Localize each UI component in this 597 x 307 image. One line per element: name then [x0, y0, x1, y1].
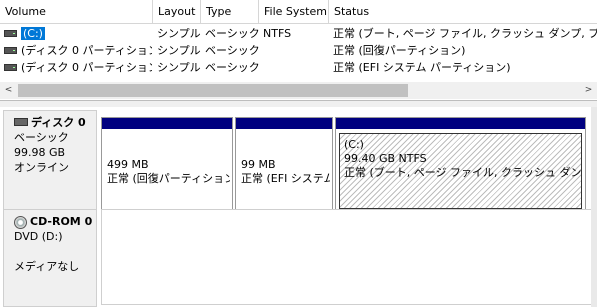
- pane-splitter[interactable]: [0, 100, 597, 107]
- volume-row-c[interactable]: (C:) シンプル ベーシック NTFS 正常 (ブート, ページ ファイル, …: [0, 25, 597, 42]
- volume-status: 正常 (回復パーティション): [333, 44, 466, 57]
- partition-header-bar: [336, 118, 585, 129]
- partition-status: 正常 (ブート, ページ ファイル, クラッシュ ダンプ, プライマリ: [344, 166, 581, 179]
- graphical-disk-view: ディスク 0 ベーシック 99.98 GB オンライン 499 MB 正常 (回…: [0, 107, 597, 307]
- volume-name: (ディスク 0 パーティション 1): [21, 44, 152, 57]
- volume-layout: シンプル: [157, 27, 201, 40]
- disk-icon: [14, 118, 28, 126]
- volume-file-system: [263, 59, 329, 76]
- volume-status: 正常 (EFI システム パーティション): [333, 61, 511, 74]
- volume-list: Volume Layout Type File System Status (C…: [0, 0, 597, 100]
- volume-type: ベーシック: [205, 61, 259, 74]
- scroll-right-arrow-icon[interactable]: >: [580, 82, 597, 99]
- partition-size: 99 MB: [241, 158, 276, 171]
- disk-0-panel[interactable]: ディスク 0 ベーシック 99.98 GB オンライン: [3, 110, 97, 213]
- volume-row-partition-1[interactable]: (ディスク 0 パーティション 1) シンプル ベーシック 正常 (回復パーティ…: [0, 42, 597, 59]
- column-header-type[interactable]: Type: [201, 0, 259, 23]
- volume-type: ベーシック: [205, 27, 259, 40]
- column-header-file-system[interactable]: File System: [259, 0, 329, 23]
- partition-status: 正常 (EFI システム パーティション): [241, 172, 330, 185]
- partition-header-bar: [236, 118, 332, 129]
- volume-name: (C:): [21, 27, 45, 40]
- volume-status: 正常 (ブート, ページ ファイル, クラッシュ ダンプ, プライマリ: [333, 27, 597, 40]
- cdrom-media-area: [101, 209, 597, 305]
- volume-type: ベーシック: [205, 44, 259, 57]
- disk-type: ベーシック: [14, 131, 69, 144]
- partition-label: (C:): [344, 138, 364, 151]
- partition-size: 99.40 GB NTFS: [344, 152, 427, 165]
- selected-partition-hatch: (C:) 99.40 GB NTFS 正常 (ブート, ページ ファイル, クラ…: [339, 133, 582, 209]
- partition-header-bar: [102, 118, 232, 129]
- scroll-left-arrow-icon[interactable]: <: [0, 82, 17, 99]
- volume-layout: シンプル: [157, 44, 201, 57]
- volume-file-system: NTFS: [263, 27, 292, 40]
- column-header-status[interactable]: Status: [329, 0, 597, 23]
- partition-recovery[interactable]: 499 MB 正常 (回復パーティション): [101, 117, 233, 213]
- volume-name: (ディスク 0 パーティション 2): [21, 61, 152, 74]
- partition-efi[interactable]: 99 MB 正常 (EFI システム パーティション): [235, 117, 333, 213]
- disk-state: オンライン: [14, 161, 69, 174]
- cdrom-title: CD-ROM 0: [30, 215, 93, 228]
- volume-list-header: Volume Layout Type File System Status: [0, 0, 597, 24]
- volume-row-partition-2[interactable]: (ディスク 0 パーティション 2) シンプル ベーシック 正常 (EFI シス…: [0, 59, 597, 76]
- cdrom-type: DVD (D:): [14, 230, 63, 243]
- volume-icon: [4, 63, 17, 71]
- disk-size: 99.98 GB: [14, 146, 66, 159]
- volume-file-system: [263, 42, 329, 59]
- cdrom-0-panel[interactable]: CD-ROM 0 DVD (D:) メディアなし: [3, 209, 97, 307]
- horizontal-scrollbar[interactable]: < >: [0, 82, 597, 99]
- partition-status: 正常 (回復パーティション): [107, 172, 230, 185]
- cd-rom-icon: [14, 215, 27, 229]
- partition-size: 499 MB: [107, 158, 149, 171]
- volume-icon: [4, 29, 17, 37]
- partition-c[interactable]: (C:) 99.40 GB NTFS 正常 (ブート, ページ ファイル, クラ…: [335, 117, 586, 213]
- vertical-scrollbar[interactable]: [591, 107, 597, 307]
- volume-icon: [4, 46, 17, 54]
- scrollbar-thumb[interactable]: [18, 84, 408, 97]
- column-header-volume[interactable]: Volume: [0, 0, 153, 23]
- column-header-layout[interactable]: Layout: [153, 0, 201, 23]
- volume-layout: シンプル: [157, 61, 201, 74]
- disk-title: ディスク 0: [31, 116, 86, 129]
- cdrom-state: メディアなし: [14, 260, 80, 273]
